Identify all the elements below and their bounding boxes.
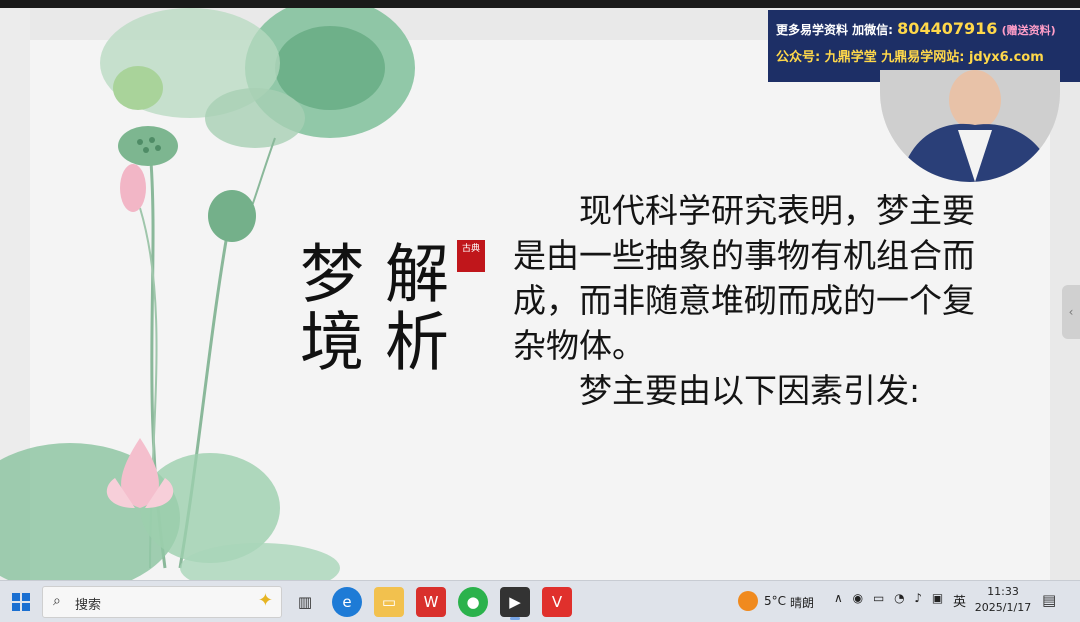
search-placeholder: 搜索 [75, 598, 102, 613]
taskbar-clock[interactable]: 11:33 2025/1/17 [972, 584, 1034, 616]
banner-suffix: (赠送资料) [1001, 24, 1056, 37]
screen: 解析 梦境 古典 现代科学研究表明，梦主要是由一些抽象的事物有机组合而成，而非随… [0, 0, 1080, 622]
edge-browser-icon[interactable]: e [332, 587, 362, 617]
window-top-bar [0, 0, 1080, 8]
wps-office-icon[interactable]: W [416, 587, 446, 617]
clock-time: 11:33 [987, 585, 1019, 598]
windows-taskbar: ⌕ 搜索 ✦ ▥ e ▭ W ● ▶ V 5°C 晴朗 ∧ ◉ ▭ ◔ ♪ ▣ … [0, 580, 1080, 622]
display-icon[interactable]: ▣ [932, 591, 943, 605]
task-view-icon[interactable]: ▥ [290, 587, 320, 617]
banner-line-website: 公众号: 九鼎学堂 九鼎易学网站: jdyx6.com [776, 50, 1044, 65]
side-panel-toggle[interactable]: ‹ [1062, 285, 1080, 339]
slide-paragraph-2: 梦主要由以下因素引发: [513, 371, 921, 410]
lotus-illustration [0, 8, 415, 580]
sun-icon [738, 591, 758, 611]
video-camera-icon[interactable]: ▶ [500, 587, 530, 620]
network-icon[interactable]: ◔ [894, 591, 904, 605]
weather-description: 晴朗 [790, 596, 815, 610]
input-method-indicator[interactable]: 英 [953, 591, 966, 610]
record-icon[interactable]: ◉ [853, 591, 863, 605]
system-tray: ∧ ◉ ▭ ◔ ♪ ▣ [834, 591, 949, 605]
slide-title-jiexi: 解析 [374, 240, 448, 376]
windows-start-icon[interactable] [8, 589, 34, 615]
copilot-sparkle-icon: ✦ [257, 590, 273, 611]
wechat-icon[interactable]: ● [458, 587, 488, 617]
search-icon: ⌕ [53, 593, 61, 609]
red-seal-stamp: 古典 [457, 240, 485, 272]
banner-number: 804407916 [897, 19, 998, 38]
file-explorer-icon[interactable]: ▭ [374, 587, 404, 617]
clock-date: 2025/1/17 [974, 601, 1032, 614]
notification-icon[interactable]: ▤ [1042, 591, 1056, 609]
banner-prefix: 更多易学资料 加微信: [776, 23, 893, 37]
slide-body-text: 现代科学研究表明，梦主要是由一些抽象的事物有机组合而成，而非随意堆砌而成的一个复… [513, 188, 993, 413]
slide-paragraph-1: 现代科学研究表明，梦主要是由一些抽象的事物有机组合而成，而非随意堆砌而成的一个复… [513, 191, 975, 365]
device-icon[interactable]: ▭ [873, 591, 884, 605]
tray-expand-icon[interactable]: ∧ [834, 591, 843, 605]
weather-temperature: 5°C [764, 594, 787, 608]
banner-line-contact: 更多易学资料 加微信: 804407916 (赠送资料) [776, 16, 1072, 44]
volume-icon[interactable]: ♪ [914, 591, 922, 605]
slide-title-mengjing: 梦境 [289, 240, 363, 376]
wps-video-icon[interactable]: V [542, 587, 572, 617]
taskbar-search-box[interactable]: ⌕ 搜索 ✦ [42, 586, 282, 618]
